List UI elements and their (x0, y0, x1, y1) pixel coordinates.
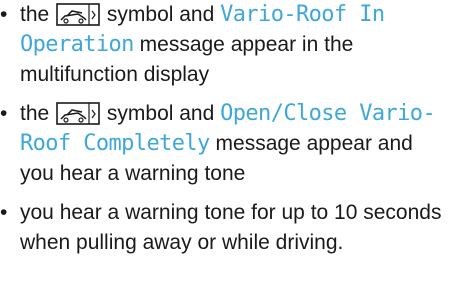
item-text: symbol and (106, 3, 215, 26)
bullet: • (0, 102, 8, 125)
item-text: you hear a warning tone for up to 10 sec… (20, 201, 442, 254)
warning-conditions-list: • the symbol and Vario-Roof In Operation… (0, 0, 451, 258)
convertible-roof-icon (56, 102, 100, 125)
list-item: • you hear a warning tone for up to 10 s… (0, 198, 451, 258)
bullet: • (0, 201, 8, 224)
item-text: the (20, 3, 50, 26)
list-item: • the symbol and Vario-Roof In Operation… (0, 0, 451, 90)
list-item: • the symbol and Open/Close Vario-Roof C… (0, 99, 451, 189)
convertible-roof-icon (56, 3, 100, 26)
bullet: • (0, 3, 8, 26)
item-text: the (20, 102, 50, 125)
item-text: symbol and (106, 102, 215, 125)
